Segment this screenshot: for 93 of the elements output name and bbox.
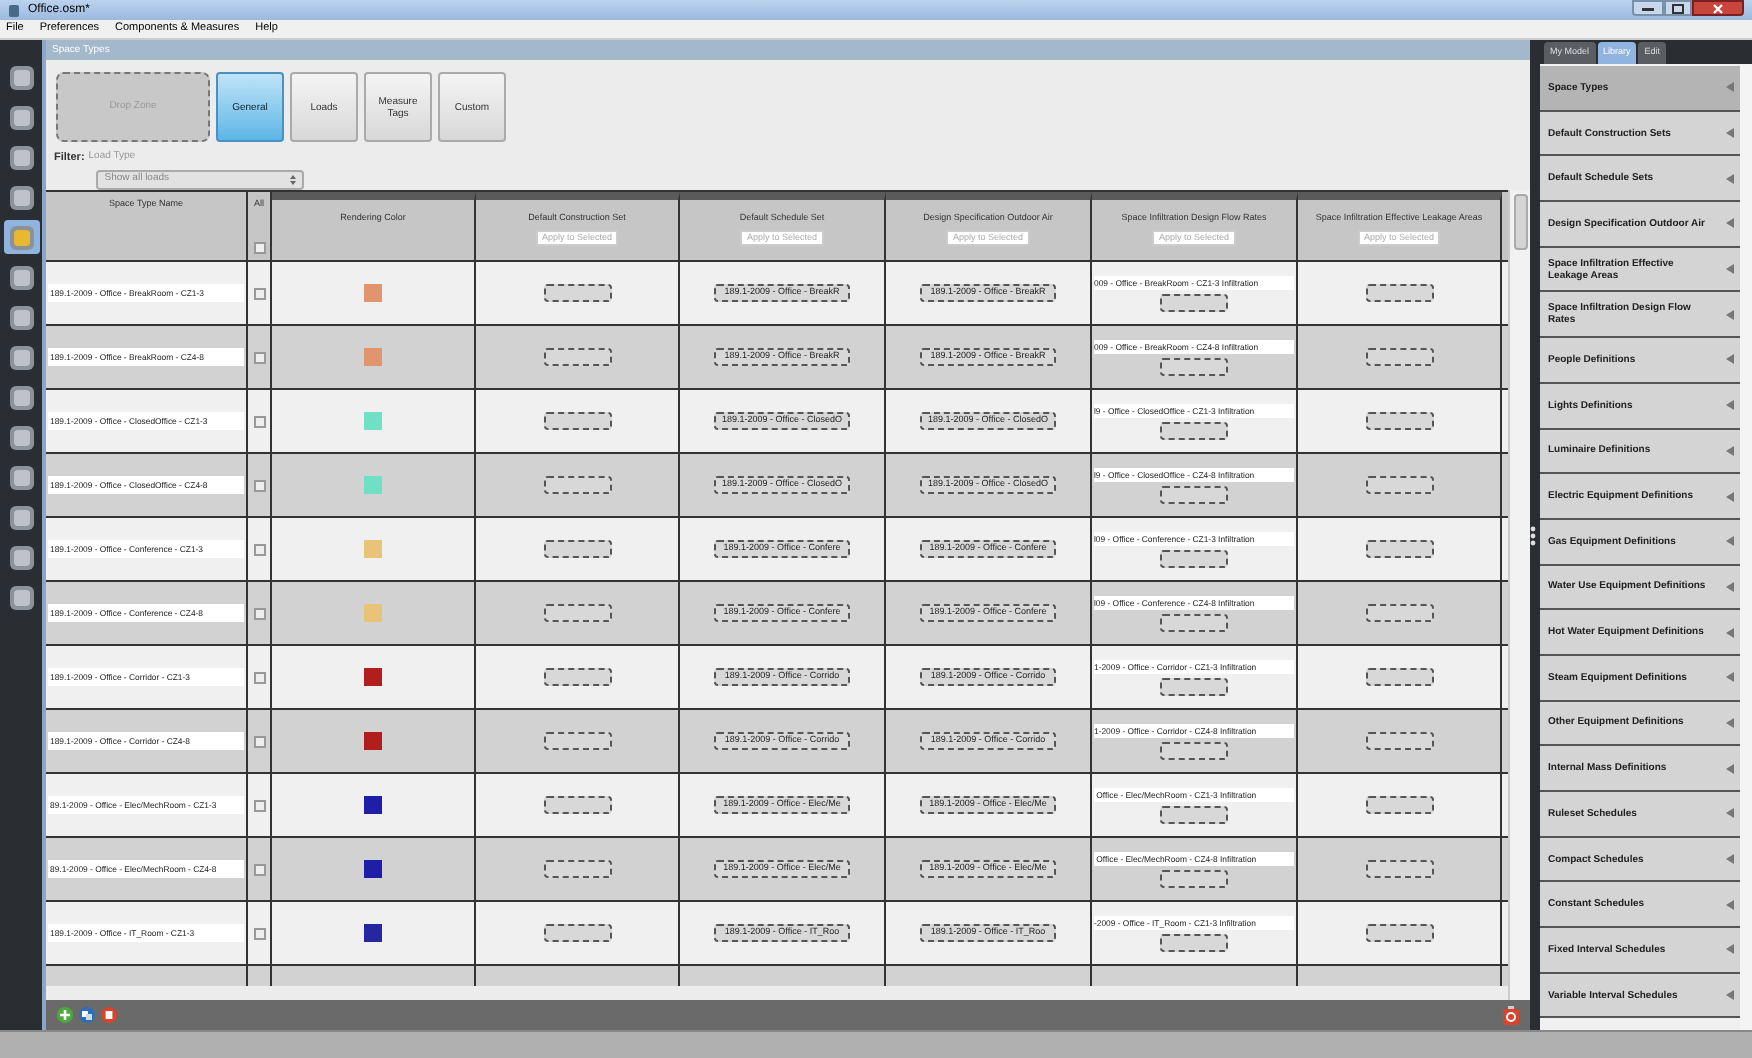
color-swatch[interactable] — [364, 668, 382, 686]
color-swatch[interactable] — [364, 284, 382, 302]
close-icon — [1712, 3, 1724, 13]
row-checkbox[interactable] — [253, 927, 265, 939]
drop-slot[interactable] — [1365, 796, 1433, 814]
expand-arrow-icon — [1726, 854, 1734, 865]
maximize-button[interactable] — [1664, 0, 1692, 16]
drop-slot[interactable] — [543, 796, 611, 814]
drop-slot[interactable] — [543, 284, 611, 302]
color-swatch[interactable] — [364, 924, 382, 942]
color-swatch[interactable] — [364, 476, 382, 494]
color-swatch[interactable] — [364, 732, 382, 750]
copy-icon[interactable] — [78, 1006, 96, 1024]
drop-slot[interactable] — [543, 732, 611, 750]
minimize-icon — [1642, 5, 1654, 11]
row-checkbox[interactable] — [253, 735, 265, 747]
expand-arrow-icon — [1726, 82, 1734, 93]
expand-arrow-icon — [1726, 400, 1734, 411]
row-checkbox[interactable] — [253, 799, 265, 811]
expand-arrow-icon — [1726, 717, 1734, 728]
drop-slot[interactable] — [543, 540, 611, 558]
row-checkbox[interactable] — [253, 415, 265, 427]
delete-icon[interactable] — [100, 1006, 118, 1024]
purge-icon[interactable] — [1502, 1005, 1520, 1025]
minimize-button[interactable] — [1632, 0, 1664, 16]
expand-arrow-icon — [1726, 445, 1734, 456]
drop-slot[interactable] — [543, 924, 611, 942]
expand-arrow-icon — [1726, 491, 1734, 502]
color-swatch[interactable] — [364, 796, 382, 814]
drop-slot[interactable] — [1365, 540, 1433, 558]
drop-slot[interactable] — [543, 348, 611, 366]
drop-slot[interactable] — [543, 668, 611, 686]
expand-arrow-icon — [1726, 808, 1734, 819]
drop-slot[interactable] — [1365, 604, 1433, 622]
color-swatch[interactable] — [364, 348, 382, 366]
row-checkbox[interactable] — [253, 479, 265, 491]
toolbar-button[interactable] — [3, 220, 39, 254]
expand-arrow-icon — [1726, 354, 1734, 365]
drop-slot[interactable] — [1160, 613, 1228, 631]
drop-slot[interactable] — [543, 412, 611, 430]
drop-slot[interactable] — [1160, 741, 1228, 759]
row-checkbox[interactable] — [253, 287, 265, 299]
expand-arrow-icon — [1726, 264, 1734, 275]
close-button[interactable] — [1692, 0, 1744, 16]
expand-arrow-icon — [1726, 218, 1734, 229]
drop-slot[interactable] — [1365, 668, 1433, 686]
drop-slot[interactable] — [1365, 924, 1433, 942]
add-icon[interactable] — [56, 1006, 74, 1024]
drop-slot[interactable] — [1365, 284, 1433, 302]
expand-arrow-icon — [1726, 899, 1734, 910]
expand-arrow-icon — [1726, 763, 1734, 774]
drop-slot[interactable] — [1160, 421, 1228, 439]
expand-arrow-icon — [1726, 128, 1734, 139]
drop-slot[interactable] — [1365, 476, 1433, 494]
drop-slot[interactable] — [1160, 933, 1228, 951]
select-all-checkbox[interactable] — [253, 242, 265, 254]
drop-slot[interactable] — [1160, 293, 1228, 311]
expand-arrow-icon — [1726, 536, 1734, 547]
expand-arrow-icon — [1726, 944, 1734, 955]
splitter-handle-icon[interactable] — [1530, 525, 1536, 545]
drop-slot[interactable] — [1365, 732, 1433, 750]
drop-slot[interactable] — [543, 860, 611, 878]
app-icon — [8, 3, 20, 17]
color-swatch[interactable] — [364, 860, 382, 878]
drop-slot[interactable] — [1365, 412, 1433, 430]
expand-arrow-icon — [1726, 309, 1734, 320]
drop-slot[interactable] — [1160, 677, 1228, 695]
row-checkbox[interactable] — [253, 671, 265, 683]
drop-slot[interactable] — [1160, 805, 1228, 823]
color-swatch[interactable] — [364, 540, 382, 558]
drop-slot[interactable] — [543, 604, 611, 622]
maximize-icon — [1672, 3, 1684, 13]
drop-slot[interactable] — [1365, 348, 1433, 366]
drop-slot[interactable] — [1160, 357, 1228, 375]
drop-slot[interactable] — [1160, 549, 1228, 567]
expand-arrow-icon — [1726, 173, 1734, 184]
expand-arrow-icon — [1726, 581, 1734, 592]
color-swatch[interactable] — [364, 412, 382, 430]
spinner-arrows-icon — [290, 173, 297, 185]
expand-arrow-icon — [1726, 627, 1734, 638]
row-checkbox[interactable] — [253, 863, 265, 875]
row-checkbox[interactable] — [253, 543, 265, 555]
expand-arrow-icon — [1726, 672, 1734, 683]
scrollbar[interactable] — [1740, 64, 1752, 1030]
drop-slot[interactable] — [1160, 869, 1228, 887]
color-swatch[interactable] — [364, 604, 382, 622]
expand-arrow-icon — [1726, 990, 1734, 1001]
drop-slot[interactable] — [543, 476, 611, 494]
drop-slot[interactable] — [1365, 860, 1433, 878]
row-checkbox[interactable] — [253, 607, 265, 619]
scrollbar[interactable] — [1508, 190, 1530, 1000]
drop-slot[interactable] — [1160, 485, 1228, 503]
row-checkbox[interactable] — [253, 351, 265, 363]
